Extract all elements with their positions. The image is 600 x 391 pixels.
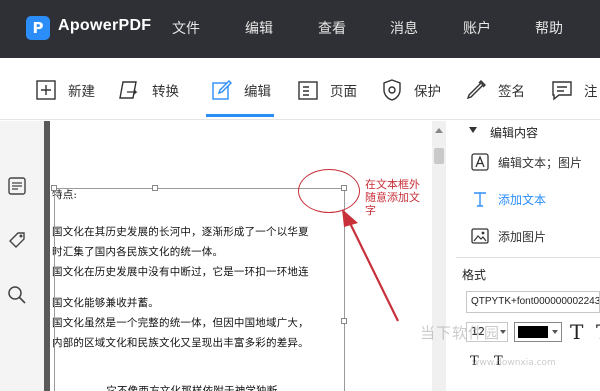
add-text-option[interactable]: 添加文本 [470, 188, 546, 210]
left-sidebar [0, 121, 44, 391]
annotation-arrow-icon [342, 209, 399, 322]
edit-pen-icon [212, 80, 232, 100]
convert-icon [119, 81, 138, 99]
format-label: 格式 [462, 268, 487, 282]
menu-help[interactable]: 帮助 [535, 18, 563, 38]
page-icon [298, 81, 318, 100]
convert-label: 转换 [152, 84, 179, 100]
edit-tab[interactable]: 编辑 [210, 76, 271, 104]
app-logo-icon: P [26, 16, 50, 40]
menu-view[interactable]: 查看 [318, 18, 346, 38]
edit-label: 编辑 [244, 84, 271, 100]
menu-account[interactable]: 账户 [463, 18, 491, 38]
add-text-icon [474, 192, 486, 207]
shield-icon [383, 79, 401, 101]
annotation-text: 在文本框外随意添加文字 [365, 178, 420, 217]
app-name: ApowerPDF [58, 17, 152, 34]
page-button[interactable]: 页面 [296, 76, 357, 104]
convert-button[interactable]: 转换 [118, 76, 179, 104]
menu-file[interactable]: 文件 [172, 18, 200, 38]
protect-label: 保护 [414, 84, 441, 100]
image-icon [471, 228, 489, 244]
menu-messages[interactable]: 消息 [390, 18, 418, 38]
page-label: 页面 [330, 84, 357, 100]
resize-handle[interactable] [51, 185, 57, 191]
sign-pen-icon [466, 80, 486, 100]
resize-handle[interactable] [152, 185, 158, 191]
panel-divider [456, 257, 600, 258]
scroll-thumb[interactable] [434, 148, 444, 164]
sign-button[interactable]: 签名 [464, 76, 525, 104]
site-watermark-url: www.downxia.com [472, 358, 556, 368]
comment-button[interactable]: 注 [550, 76, 598, 104]
menu-edit[interactable]: 编辑 [245, 18, 273, 38]
new-label: 新建 [68, 84, 95, 100]
search-icon[interactable] [6, 284, 28, 306]
add-image-option[interactable]: 添加图片 [470, 225, 546, 247]
color-caret-icon [552, 330, 558, 334]
thumbnails-icon[interactable] [6, 175, 28, 197]
collapse-caret-icon[interactable] [469, 127, 477, 133]
scroll-up-icon[interactable] [435, 128, 443, 133]
add-text-label: 添加文本 [498, 192, 547, 207]
text-selection-box[interactable] [54, 188, 345, 391]
text-style-icon[interactable]: T [596, 320, 600, 344]
color-fill [518, 326, 548, 338]
text-frame-icon [471, 153, 489, 171]
bookmark-tag-icon[interactable] [6, 229, 28, 251]
new-button[interactable]: 新建 [34, 76, 95, 104]
edit-text-image-label: 编辑文本；图片 [498, 155, 583, 170]
site-watermark: 当下软件园 [420, 324, 501, 342]
edit-content-title: 编辑内容 [490, 126, 539, 140]
text-style-icon[interactable]: T [570, 320, 583, 344]
comment-icon [552, 81, 572, 101]
sign-label: 签名 [498, 84, 525, 100]
edit-text-image-option[interactable]: 编辑文本；图片 [470, 151, 582, 173]
add-image-label: 添加图片 [498, 229, 547, 244]
protect-button[interactable]: 保护 [380, 76, 441, 104]
font-family-select[interactable]: QTPYTK+font0000000022436 [466, 291, 600, 313]
new-document-icon [36, 80, 56, 100]
font-color-picker[interactable] [514, 322, 562, 342]
comment-label: 注 [584, 84, 598, 100]
font-size-caret-icon[interactable] [500, 330, 506, 334]
active-tab-indicator [206, 114, 274, 117]
